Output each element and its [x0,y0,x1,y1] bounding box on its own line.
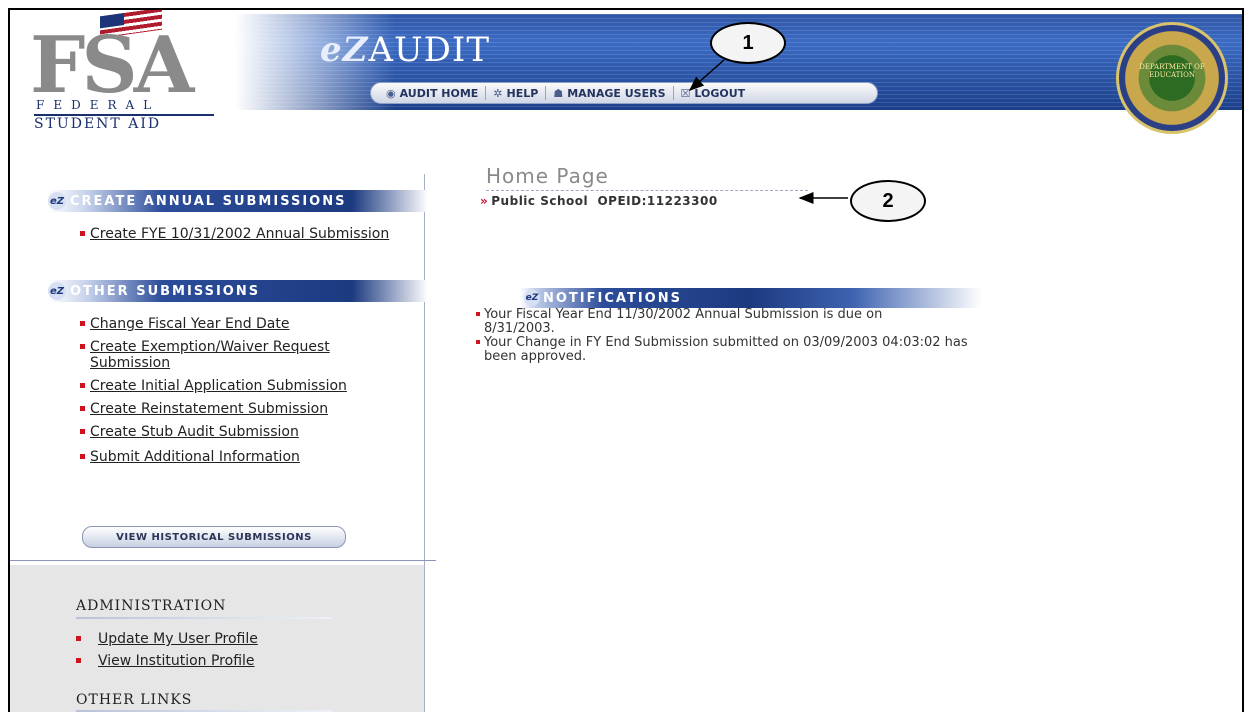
page-frame: FSA FEDERAL STUDENT AID eZAUDIT ◉ AUDIT H… [8,8,1244,712]
callout-2: 2 [850,180,926,222]
callout-arrows [688,59,848,204]
callout-1: 1 [710,22,786,64]
callout-1-arrow [688,59,725,91]
